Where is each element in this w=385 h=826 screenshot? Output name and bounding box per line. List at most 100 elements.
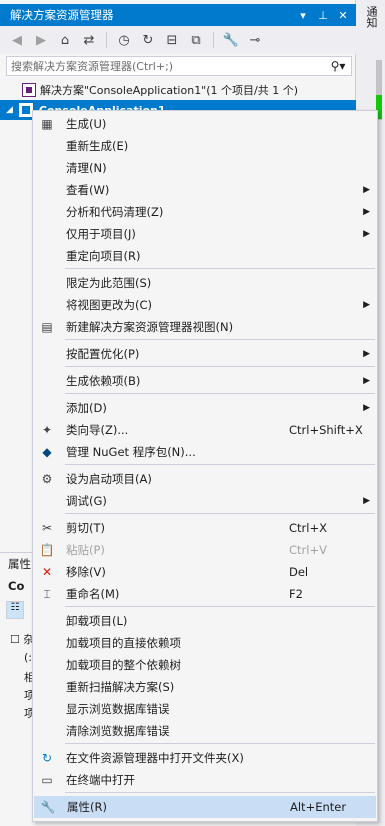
menu-item[interactable]: 重新生成(E) xyxy=(34,135,376,157)
home-icon[interactable]: ⌂ xyxy=(56,31,74,49)
menu-item[interactable]: ⌶ 重命名(M) F2 xyxy=(34,583,376,605)
menu-item-label: 重命名(M) xyxy=(66,587,120,601)
preview-icon[interactable]: ⊸ xyxy=(246,31,264,49)
sync-icon[interactable]: ↻ xyxy=(139,31,157,49)
menu-item-label: 限定为此范围(S) xyxy=(66,276,152,290)
menu-item[interactable]: 查看(W) ▶ xyxy=(34,179,376,201)
menu-item[interactable]: ⚙ 设为启动项目(A) xyxy=(34,468,376,490)
menu-item[interactable]: ▭ 在终端中打开 xyxy=(34,769,376,791)
menu-separator xyxy=(65,366,375,367)
menu-item[interactable]: 显示浏览数据库错误 xyxy=(34,698,376,720)
menu-item-label: 移除(V) xyxy=(66,565,106,579)
open-folder-icon: ↻ xyxy=(41,751,53,765)
menu-item[interactable]: 清除浏览数据库错误 xyxy=(34,720,376,742)
submenu-arrow-icon: ▶ xyxy=(363,229,370,239)
expand-arrow-icon[interactable]: ◢ xyxy=(6,105,13,115)
submenu-arrow-icon: ▶ xyxy=(363,376,370,386)
back-icon[interactable]: ◀ xyxy=(8,31,26,49)
menu-item-label: 卸载项目(L) xyxy=(66,614,128,628)
gear-icon: ⚙ xyxy=(41,472,53,486)
notifications-tab[interactable]: 通知 xyxy=(363,6,379,28)
menu-item-label: 属性(R) xyxy=(67,800,107,814)
dropdown-icon[interactable]: ▾ xyxy=(296,9,310,22)
menu-item[interactable]: ◆ 管理 NuGet 程序包(N)... xyxy=(34,441,376,463)
close-icon[interactable]: ✕ xyxy=(336,9,350,22)
toolbar-divider xyxy=(106,32,107,48)
search-placeholder: 搜索解决方案资源管理器(Ctrl+;) xyxy=(11,60,174,73)
menu-item-shortcut: Del xyxy=(289,565,309,579)
scissors-icon: ✂ xyxy=(41,521,53,535)
properties-object: Co xyxy=(8,579,25,593)
menu-item[interactable]: ▦ 生成(U) xyxy=(34,113,376,135)
toolbar-divider xyxy=(213,32,214,48)
pending-changes-filter-icon[interactable]: ◷ xyxy=(115,31,133,49)
menu-item[interactable]: 生成依赖项(B) ▶ xyxy=(34,370,376,392)
menu-item[interactable]: 加载项目的直接依赖项 xyxy=(34,632,376,654)
nuget-icon: ◆ xyxy=(42,445,52,459)
menu-item[interactable]: ▤ 新建解决方案资源管理器视图(N) xyxy=(34,316,376,338)
menu-item[interactable]: 调试(G) ▶ xyxy=(34,490,376,512)
menu-item-label: 重新生成(E) xyxy=(66,139,129,153)
menu-item[interactable]: ↻ 在文件资源管理器中打开文件夹(X) xyxy=(34,747,376,769)
search-input[interactable]: 搜索解决方案资源管理器(Ctrl+;) ⚲▾ xyxy=(6,56,352,76)
solution-explorer-title: 解决方案资源管理器 xyxy=(10,8,114,22)
collapse-all-icon[interactable]: ⊟ xyxy=(163,31,181,49)
menu-item-label: 管理 NuGet 程序包(N)... xyxy=(66,445,196,459)
menu-item-shortcut: Ctrl+X xyxy=(289,521,327,535)
menu-separator xyxy=(65,268,375,269)
menu-item: 📋 粘贴(P) Ctrl+V xyxy=(34,539,376,561)
menu-item[interactable]: ✂ 剪切(T) Ctrl+X xyxy=(34,517,376,539)
menu-item[interactable]: 按配置优化(P) ▶ xyxy=(34,343,376,365)
menu-item-label: 设为启动项目(A) xyxy=(66,472,152,486)
menu-item[interactable]: 🔧 属性(R) Alt+Enter xyxy=(34,796,376,818)
menu-item-label: 将视图更改为(C) xyxy=(66,298,153,312)
menu-item[interactable]: 分析和代码清理(Z) ▶ xyxy=(34,201,376,223)
menu-item-label: 加载项目的直接依赖项 xyxy=(66,636,181,650)
properties-title: 属性 xyxy=(8,557,31,571)
menu-item[interactable]: 将视图更改为(C) ▶ xyxy=(34,294,376,316)
new-view-icon: ▤ xyxy=(41,320,53,334)
menu-item-label: 新建解决方案资源管理器视图(N) xyxy=(66,320,234,334)
solution-explorer-toolbar: ◀ ▶ ⌂ ⇄ ◷ ↻ ⊟ ⧉ 🔧 ⊸ xyxy=(0,26,356,54)
menu-separator xyxy=(65,792,375,793)
paste-icon: 📋 xyxy=(39,543,55,557)
tree-item-solution[interactable]: 解决方案"ConsoleApplication1"(1 个项目/共 1 个) xyxy=(0,80,356,100)
solution-icon xyxy=(22,83,36,97)
properties-icon[interactable]: 🔧 xyxy=(222,31,240,49)
menu-item-label: 按配置优化(P) xyxy=(66,347,140,361)
submenu-arrow-icon: ▶ xyxy=(363,300,370,310)
menu-item-label: 生成(U) xyxy=(66,117,107,131)
menu-item-label: 显示浏览数据库错误 xyxy=(66,702,170,716)
menu-item[interactable]: 清理(N) xyxy=(34,157,376,179)
submenu-arrow-icon: ▶ xyxy=(363,496,370,506)
menu-item[interactable]: 仅用于项目(J) ▶ xyxy=(34,223,376,245)
show-all-files-icon[interactable]: ⧉ xyxy=(187,31,205,49)
menu-item[interactable]: 卸载项目(L) xyxy=(34,610,376,632)
menu-separator xyxy=(65,393,375,394)
menu-item[interactable]: 重定向项目(R) xyxy=(34,245,376,267)
menu-item[interactable]: 重新扫描解决方案(S) xyxy=(34,676,376,698)
forward-icon[interactable]: ▶ xyxy=(32,31,50,49)
menu-item[interactable]: 添加(D) ▶ xyxy=(34,397,376,419)
menu-item-label: 分析和代码清理(Z) xyxy=(66,205,164,219)
menu-item[interactable]: 加载项目的整个依赖树 xyxy=(34,654,376,676)
submenu-arrow-icon: ▶ xyxy=(363,403,370,413)
menu-separator xyxy=(65,513,375,514)
menu-item-label: 清理(N) xyxy=(66,161,107,175)
menu-item-label: 添加(D) xyxy=(66,401,107,415)
menu-item-label: 粘贴(P) xyxy=(66,543,105,557)
build-icon: ▦ xyxy=(41,117,53,131)
class-wizard-icon: ✦ xyxy=(41,423,53,437)
menu-separator xyxy=(65,743,375,744)
menu-item[interactable]: ✕ 移除(V) Del xyxy=(34,561,376,583)
context-menu: ▦ 生成(U) 重新生成(E) 清理(N) 查看(W) ▶ 分析和代码清理(Z) ▶ 仅用于项目… xyxy=(32,110,378,822)
menu-item-label: 重新扫描解决方案(S) xyxy=(66,680,175,694)
menu-item[interactable]: ✦ 类向导(Z)... Ctrl+Shift+X xyxy=(34,419,376,441)
categorized-icon[interactable]: ☷ xyxy=(6,601,24,619)
pin-icon[interactable]: ⊥ xyxy=(316,9,330,22)
menu-item[interactable]: 限定为此范围(S) xyxy=(34,272,376,294)
project-icon xyxy=(18,103,33,117)
switch-views-icon[interactable]: ⇄ xyxy=(80,31,98,49)
terminal-icon: ▭ xyxy=(41,773,53,787)
search-icon[interactable]: ⚲▾ xyxy=(325,59,351,73)
